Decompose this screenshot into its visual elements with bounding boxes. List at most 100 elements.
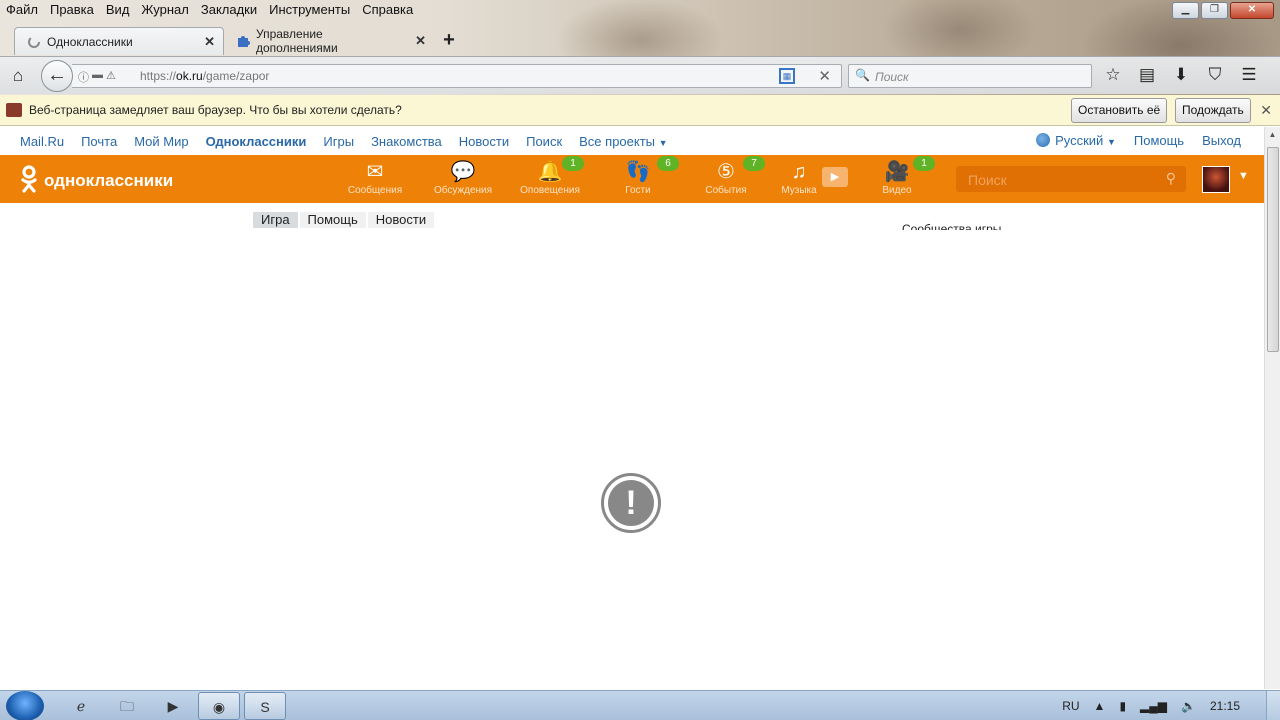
portal-link-mailru[interactable]: Mail.Ru <box>20 134 64 149</box>
back-button[interactable]: ← <box>41 60 73 92</box>
menu-file[interactable]: Файл <box>6 0 44 20</box>
portal-nav: Mail.Ru Почта Мой Мир Одноклассники Игры… <box>0 127 1264 155</box>
url-bar[interactable]: ⓘ ▬ ⚠ https://ok.ru/game/zapor ▦ ✕ <box>72 64 842 88</box>
menu-view[interactable]: Вид <box>106 0 136 20</box>
window-controls: ▁ ❐ ✕ <box>1172 2 1274 19</box>
toolbar-icons: ☆ ▤ ⬇ ⛉ ☰ <box>1102 63 1260 87</box>
slow-script-notification: Веб-страница замедляет ваш браузер. Что … <box>0 95 1280 126</box>
scroll-up-icon[interactable]: ▲ <box>1265 127 1280 143</box>
events-badge: 7 <box>743 156 765 171</box>
portal-link-games[interactable]: Игры <box>323 134 354 149</box>
tab-news[interactable]: Новости <box>367 212 435 228</box>
portal-link-all-projects[interactable]: Все проекты ▼ <box>579 134 667 149</box>
restore-icon[interactable]: ❐ <box>1201 2 1228 19</box>
stop-loading-icon[interactable]: ✕ <box>818 67 831 85</box>
info-icon: ⓘ <box>78 72 89 84</box>
loading-icon <box>27 35 41 49</box>
help-link[interactable]: Помощь <box>1134 133 1184 148</box>
portal-link-dating[interactable]: Знакомства <box>371 134 442 149</box>
ok-search-input[interactable]: Поиск ⚲ <box>956 166 1186 192</box>
nav-discussions[interactable]: 💬 Обсуждения <box>428 159 498 196</box>
bookmarks-list-icon[interactable]: ▤ <box>1136 63 1158 87</box>
portal-link-myworld[interactable]: Мой Мир <box>134 134 188 149</box>
search-icon: ⚲ <box>1165 170 1176 186</box>
search-bar[interactable]: 🔍 Поиск <box>848 64 1092 88</box>
tab-strip: Одноклассники ✕ Управление дополнениями … <box>14 26 464 55</box>
close-icon[interactable]: ✕ <box>1260 102 1272 119</box>
portal-link-search[interactable]: Поиск <box>526 134 562 149</box>
tab-title: Управление дополнениями <box>256 27 338 55</box>
system-tray: RU ▲ ▮ ▂▄▆ 🔈 21:15 <box>1062 691 1240 720</box>
download-icon[interactable]: ⬇ <box>1170 63 1192 87</box>
web-page: Mail.Ru Почта Мой Мир Одноклассники Игры… <box>0 127 1264 689</box>
chevron-down-icon[interactable]: ▼ <box>1238 170 1249 182</box>
internet-explorer-icon[interactable]: ℯ <box>60 692 102 720</box>
network-icon[interactable]: ▮ <box>1119 699 1126 713</box>
tray-expand-icon[interactable]: ▲ <box>1094 699 1106 713</box>
avatar[interactable] <box>1202 166 1230 193</box>
search-icon: 🔍 <box>855 68 870 82</box>
tab-game[interactable]: Игра <box>253 212 298 228</box>
hamburger-menu-icon[interactable]: ☰ <box>1238 63 1260 87</box>
close-icon[interactable]: ✕ <box>1230 2 1274 19</box>
taskbar: ℯ 🗀 ▶ ◉ S RU ▲ ▮ ▂▄▆ 🔈 21:15 <box>0 690 1280 720</box>
portal-right: Русский ▼ Помощь Выход <box>1036 133 1241 148</box>
signal-icon[interactable]: ▂▄▆ <box>1140 699 1167 713</box>
stop-script-button[interactable]: Остановить её <box>1071 98 1168 123</box>
play-icon[interactable]: ▶ <box>822 167 848 187</box>
ok-toolbar: одноклассники ✉ Сообщения 💬 Обсуждения 🔔… <box>0 155 1264 203</box>
tab-addons[interactable]: Управление дополнениями ✕ <box>224 27 434 55</box>
tab-close-icon[interactable]: ✕ <box>204 34 215 50</box>
ok-logo[interactable]: одноклассники <box>20 165 173 197</box>
tab-help[interactable]: Помощь <box>299 212 366 228</box>
home-icon[interactable]: ⌂ <box>8 66 28 86</box>
firefox-icon[interactable]: ◉ <box>198 692 240 720</box>
pocket-icon[interactable]: ⛉ <box>1204 63 1226 87</box>
language-selector[interactable]: Русский ▼ <box>1036 133 1116 148</box>
volume-icon[interactable]: 🔈 <box>1181 699 1196 713</box>
ok-logo-text: одноклассники <box>44 171 174 190</box>
bookmark-star-icon[interactable]: ☆ <box>1102 63 1124 87</box>
ok-search-placeholder: Поиск <box>968 172 1007 188</box>
minimize-icon[interactable]: ▁ <box>1172 2 1199 19</box>
globe-icon <box>1036 133 1051 147</box>
vertical-scrollbar[interactable]: ▲ <box>1264 127 1280 689</box>
plugin-warning-icon <box>6 103 22 117</box>
game-tabs: Игра Помощь Новости <box>253 212 436 228</box>
chat-bubbles-icon: 💬 <box>450 161 476 183</box>
grid-icon[interactable]: ▦ <box>779 68 795 84</box>
wait-button[interactable]: Подождать <box>1175 98 1251 123</box>
plugin-icon: ▬ <box>92 69 103 81</box>
logout-link[interactable]: Выход <box>1202 133 1241 148</box>
menu-edit[interactable]: Правка <box>50 0 100 20</box>
identity-icons[interactable]: ⓘ ▬ ⚠ <box>78 69 116 85</box>
clock[interactable]: 21:15 <box>1210 699 1240 713</box>
tab-close-icon[interactable]: ✕ <box>415 33 426 49</box>
menu-bar: Файл Правка Вид Журнал Закладки Инструме… <box>0 0 425 20</box>
portal-link-ok[interactable]: Одноклассники <box>206 134 307 149</box>
nav-messages[interactable]: ✉ Сообщения <box>340 159 410 196</box>
menu-history[interactable]: Журнал <box>141 0 194 20</box>
portal-link-mail[interactable]: Почта <box>81 134 117 149</box>
tab-title: Одноклассники <box>47 34 133 49</box>
chevron-down-icon: ▼ <box>1106 137 1116 147</box>
language-indicator[interactable]: RU <box>1062 699 1079 713</box>
portal-link-news[interactable]: Новости <box>459 134 509 149</box>
warning-lock-icon: ⚠ <box>106 70 116 82</box>
media-player-icon[interactable]: ▶ <box>152 692 194 720</box>
video-badge: 1 <box>913 156 935 171</box>
envelope-icon: ✉ <box>366 161 384 183</box>
file-explorer-icon[interactable]: 🗀 <box>106 692 148 720</box>
menu-bookmarks[interactable]: Закладки <box>201 0 263 20</box>
skype-icon[interactable]: S <box>244 692 286 720</box>
menu-help[interactable]: Справка <box>362 0 419 20</box>
url-text: https://ok.ru/game/zapor <box>140 69 270 83</box>
menu-tools[interactable]: Инструменты <box>269 0 356 20</box>
show-desktop-button[interactable] <box>1266 691 1280 720</box>
browser-chrome: Файл Правка Вид Журнал Закладки Инструме… <box>0 0 1280 95</box>
scroll-thumb[interactable] <box>1267 147 1279 352</box>
start-button[interactable] <box>6 691 44 720</box>
new-tab-button[interactable]: + <box>434 27 464 55</box>
puzzle-icon <box>236 34 250 48</box>
tab-odnoklassniki[interactable]: Одноклассники ✕ <box>14 27 224 55</box>
